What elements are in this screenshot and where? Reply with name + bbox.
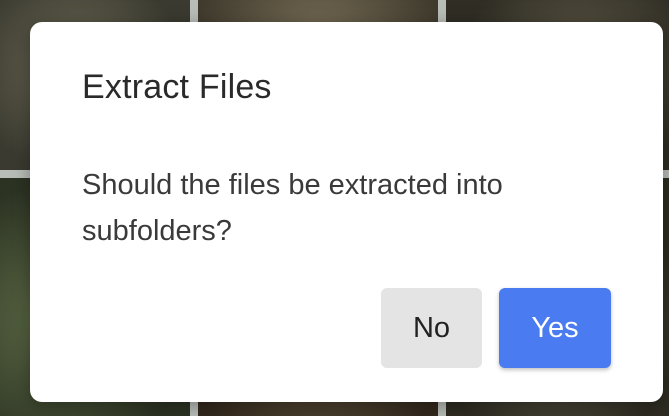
yes-button[interactable]: Yes: [499, 288, 611, 368]
dialog-title: Extract Files: [82, 68, 272, 106]
dialog-message: Should the files be extracted into subfo…: [82, 169, 503, 247]
extract-files-dialog: Extract Files Should the files be extrac…: [30, 22, 663, 402]
no-button[interactable]: No: [381, 288, 482, 368]
